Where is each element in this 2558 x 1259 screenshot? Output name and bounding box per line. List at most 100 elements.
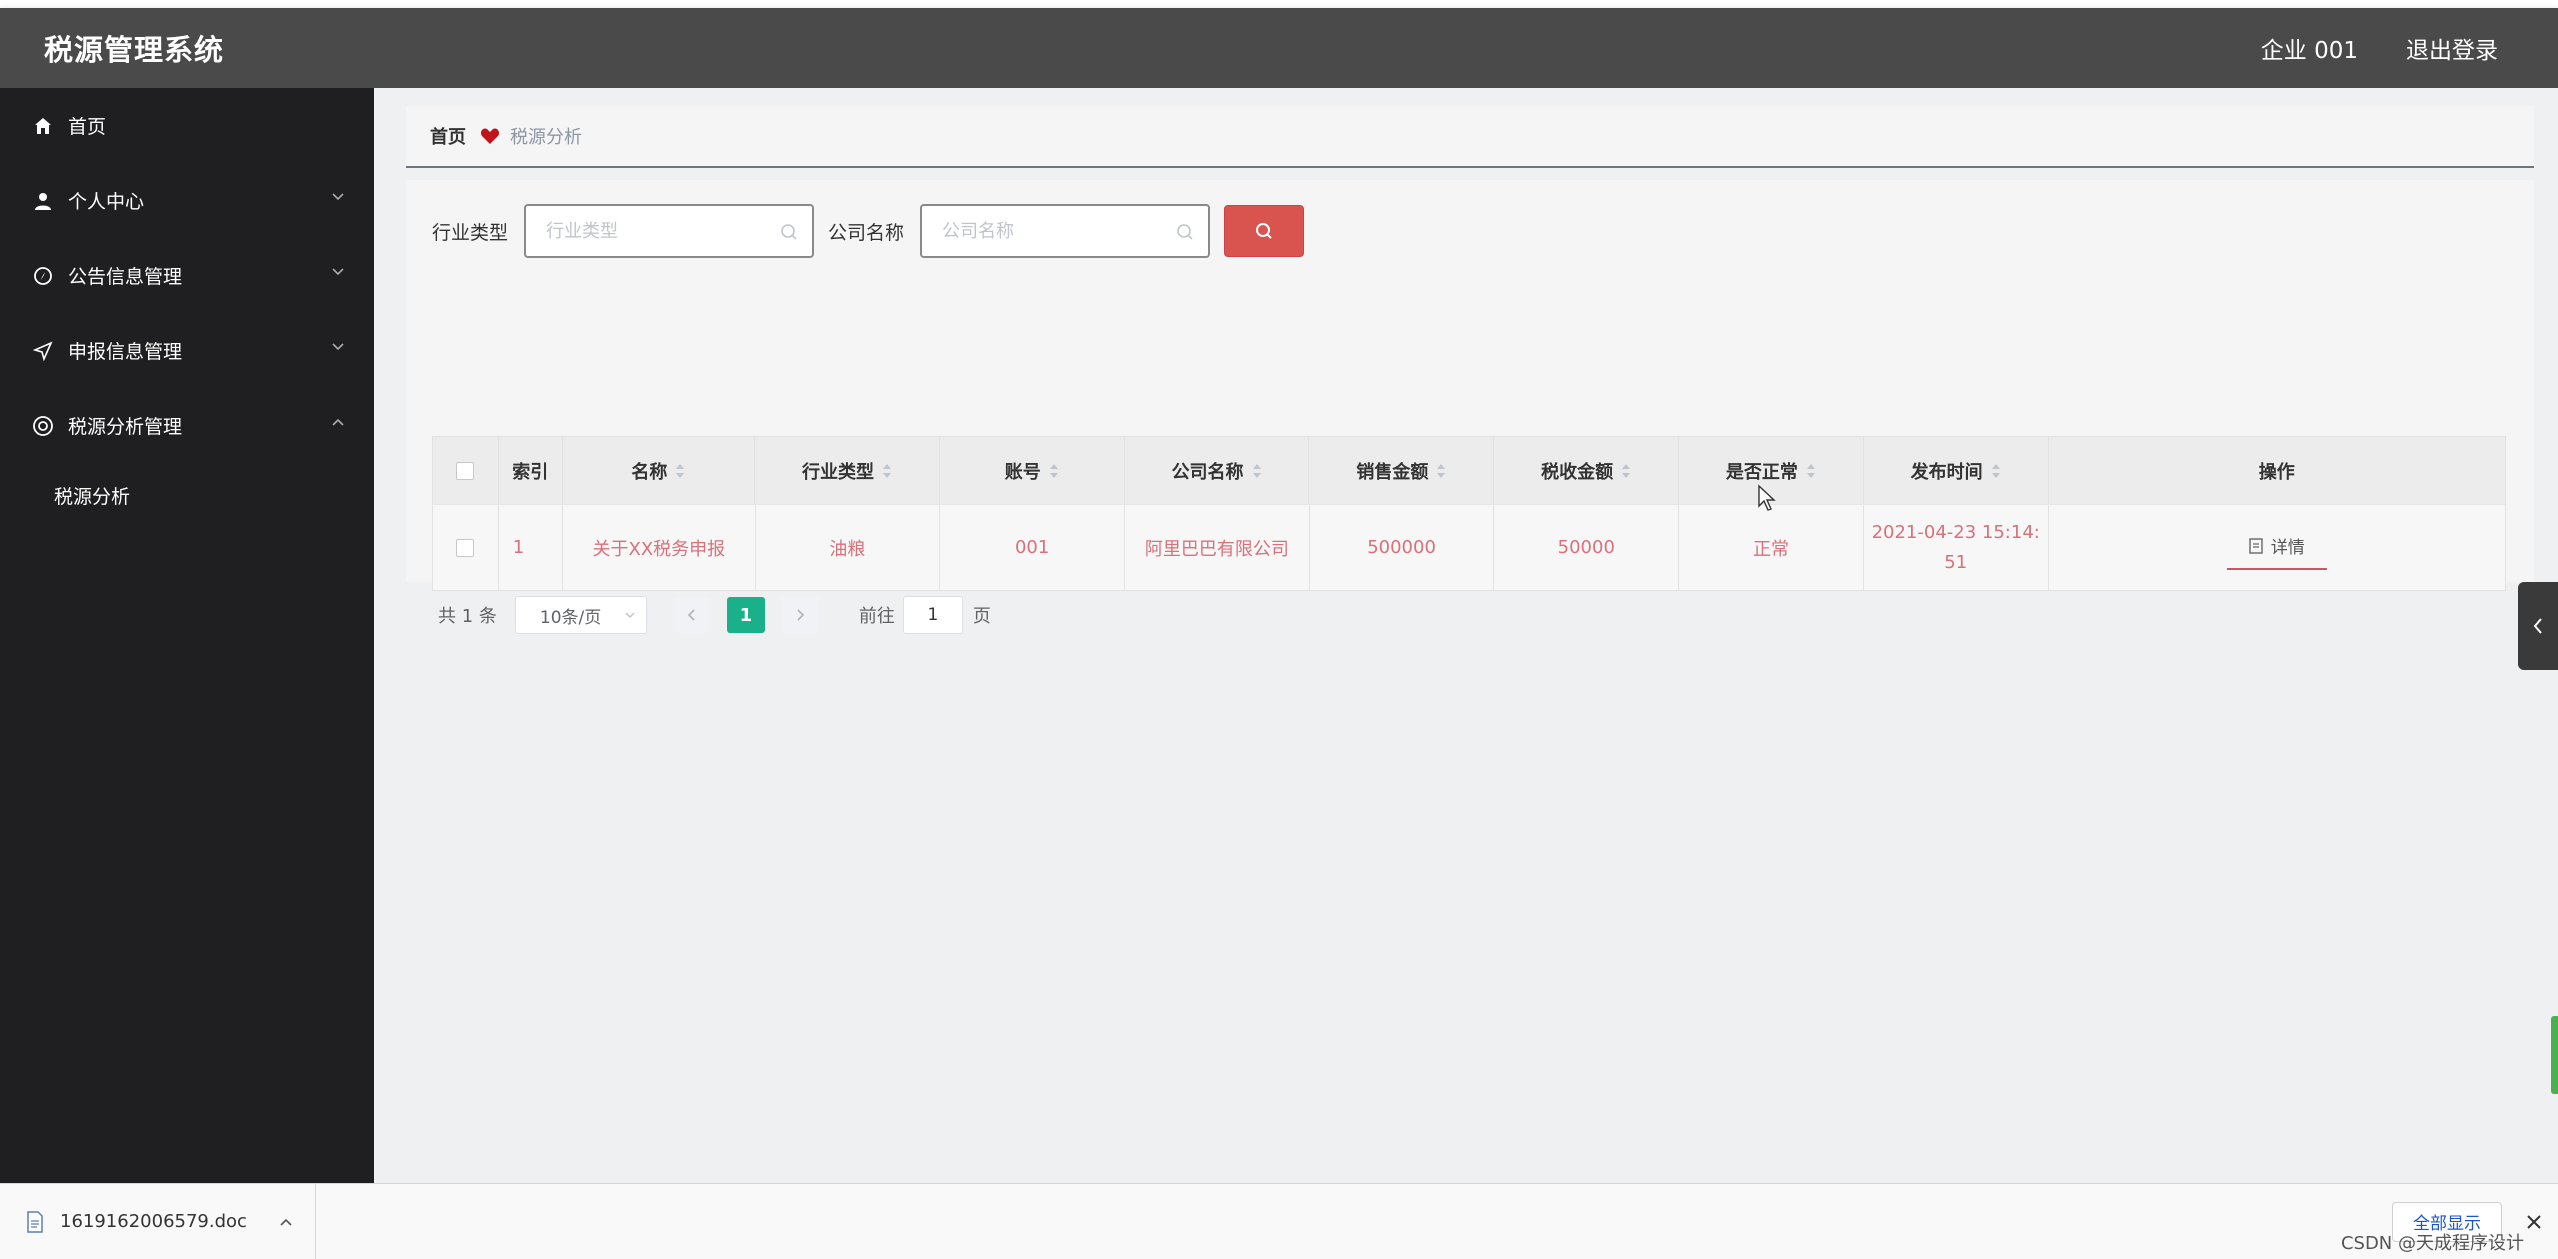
chevron-up-icon — [332, 418, 344, 426]
header-select-all — [433, 437, 499, 504]
search-icon — [1256, 223, 1272, 239]
page-size-value: 10条/页 — [539, 607, 602, 628]
sidebar-item-label: 申报信息管理 — [68, 341, 183, 363]
sidebar-subitem-label: 税源分析 — [54, 485, 131, 508]
cell-company: 阿里巴巴有限公司 — [1125, 505, 1310, 590]
cell-industry: 油粮 — [756, 505, 941, 590]
page-size-select[interactable]: 10条/页 — [514, 596, 647, 634]
sort-icon — [676, 463, 685, 478]
page-number-current[interactable]: 1 — [726, 597, 765, 633]
sidebar-item-declaration-management[interactable]: 申报信息管理 — [0, 313, 374, 388]
search-button[interactable] — [1224, 205, 1305, 257]
top-header: 税源管理系统 企业 001 退出登录 — [0, 8, 2558, 88]
sidebar-item-home[interactable]: 首页 — [0, 88, 374, 163]
chevron-left-icon — [687, 609, 695, 621]
breadcrumb-current: 税源分析 — [510, 127, 582, 148]
cell-actions: 详情 — [2049, 505, 2505, 590]
row-checkbox[interactable] — [456, 538, 475, 557]
sidebar: 首页 个人中心 公告信息管理 申报信息管理 税源分析管理 税源分析 — [0, 88, 374, 1183]
header-label: 税收金额 — [1541, 461, 1614, 483]
sidebar-item-label: 首页 — [68, 116, 107, 138]
goto-page-input[interactable] — [902, 596, 963, 634]
header-label: 公司名称 — [1171, 461, 1244, 483]
sidebar-item-label: 公告信息管理 — [68, 266, 183, 288]
header-time[interactable]: 发布时间 — [1864, 437, 2049, 504]
industry-input[interactable] — [546, 220, 767, 242]
side-indicator — [2551, 1016, 2558, 1094]
watermark: CSDN @天成程序设计 — [2340, 1233, 2524, 1254]
header-account[interactable]: 账号 — [940, 437, 1125, 504]
pagination: 共 1 条 10条/页 1 前往 页 — [438, 596, 991, 634]
detail-button[interactable]: 详情 — [2226, 525, 2327, 570]
side-panel-toggle[interactable] — [2518, 582, 2558, 670]
header-industry[interactable]: 行业类型 — [755, 437, 940, 504]
company-label: 公司名称 — [828, 221, 905, 244]
header-label: 账号 — [1004, 461, 1041, 483]
cell-tax: 50000 — [1494, 505, 1680, 590]
next-page-button[interactable] — [780, 597, 819, 633]
table-header: 索引 名称 行业类型 账号 公司名称 销售金额 税收金额 是否正常 发布时间 操… — [433, 437, 2505, 504]
header-name[interactable]: 名称 — [563, 437, 756, 504]
sidebar-item-tax-analysis-management[interactable]: 税源分析管理 — [0, 388, 374, 463]
send-icon — [32, 340, 54, 362]
user-icon — [32, 190, 54, 212]
chevron-left-icon — [2533, 618, 2542, 634]
header-label: 销售金额 — [1356, 461, 1429, 483]
select-all-checkbox[interactable] — [456, 461, 475, 480]
cell-name: 关于XX税务申报 — [563, 505, 756, 590]
logout-link[interactable]: 退出登录 — [2406, 31, 2498, 65]
cell-account: 001 — [940, 505, 1125, 590]
sort-icon — [1252, 463, 1261, 478]
sort-icon — [1437, 463, 1446, 478]
chevron-down-icon — [332, 343, 344, 351]
sort-icon — [1622, 463, 1631, 478]
download-filename: 1619162006579.doc — [60, 1211, 247, 1232]
goto-label: 前往 — [858, 606, 895, 627]
download-item[interactable]: 1619162006579.doc — [0, 1184, 316, 1259]
cell-time-line1: 2021-04-23 15:14: — [1871, 521, 2040, 543]
close-icon[interactable] — [2524, 1212, 2544, 1232]
compass-icon — [32, 265, 54, 287]
row-select — [433, 505, 499, 590]
sidebar-item-label: 税源分析管理 — [68, 416, 183, 438]
sidebar-item-personal-center[interactable]: 个人中心 — [0, 163, 374, 238]
header-label: 是否正常 — [1725, 461, 1798, 483]
lifebuoy-icon — [32, 415, 54, 437]
industry-label: 行业类型 — [432, 221, 509, 244]
header-company[interactable]: 公司名称 — [1125, 437, 1310, 504]
industry-search-box — [524, 204, 815, 258]
search-icon — [781, 224, 797, 240]
cell-time: 2021-04-23 15:14: 51 — [1864, 505, 2049, 590]
sidebar-item-label: 个人中心 — [68, 191, 145, 213]
sidebar-subitem-tax-analysis[interactable]: 税源分析 — [0, 463, 374, 527]
header-label: 名称 — [631, 461, 668, 483]
breadcrumb-home[interactable]: 首页 — [430, 123, 466, 149]
chevron-down-icon — [625, 612, 635, 618]
chevron-down-icon — [332, 193, 344, 201]
header-label: 行业类型 — [802, 461, 875, 483]
cell-index: 1 — [499, 505, 564, 590]
sort-icon — [1049, 463, 1058, 478]
header-sales[interactable]: 销售金额 — [1309, 437, 1495, 504]
header-label: 索引 — [512, 461, 549, 483]
chevron-down-icon — [332, 268, 344, 276]
cell-normal: 正常 — [1679, 505, 1864, 590]
sort-icon — [883, 463, 892, 478]
breadcrumb: 首页 税源分析 — [406, 106, 2534, 168]
prev-page-button[interactable] — [672, 597, 711, 633]
company-input[interactable] — [942, 220, 1163, 242]
header-label: 发布时间 — [1910, 461, 1983, 483]
page-unit-label: 页 — [972, 606, 991, 627]
sort-icon — [1991, 463, 2000, 478]
sidebar-item-notice-management[interactable]: 公告信息管理 — [0, 238, 374, 313]
home-icon — [32, 115, 54, 137]
mouse-cursor-icon — [1758, 484, 1776, 511]
table-row: 1 关于XX税务申报 油粮 001 阿里巴巴有限公司 500000 50000 … — [433, 504, 2505, 590]
header-actions: 企业 001 退出登录 — [2261, 31, 2498, 65]
user-name[interactable]: 企业 001 — [2261, 31, 2358, 65]
company-search-box — [920, 204, 1211, 258]
chevron-up-icon[interactable] — [279, 1217, 293, 1227]
document-icon — [27, 1210, 43, 1233]
search-icon — [1177, 224, 1193, 240]
header-tax[interactable]: 税收金额 — [1494, 437, 1679, 504]
